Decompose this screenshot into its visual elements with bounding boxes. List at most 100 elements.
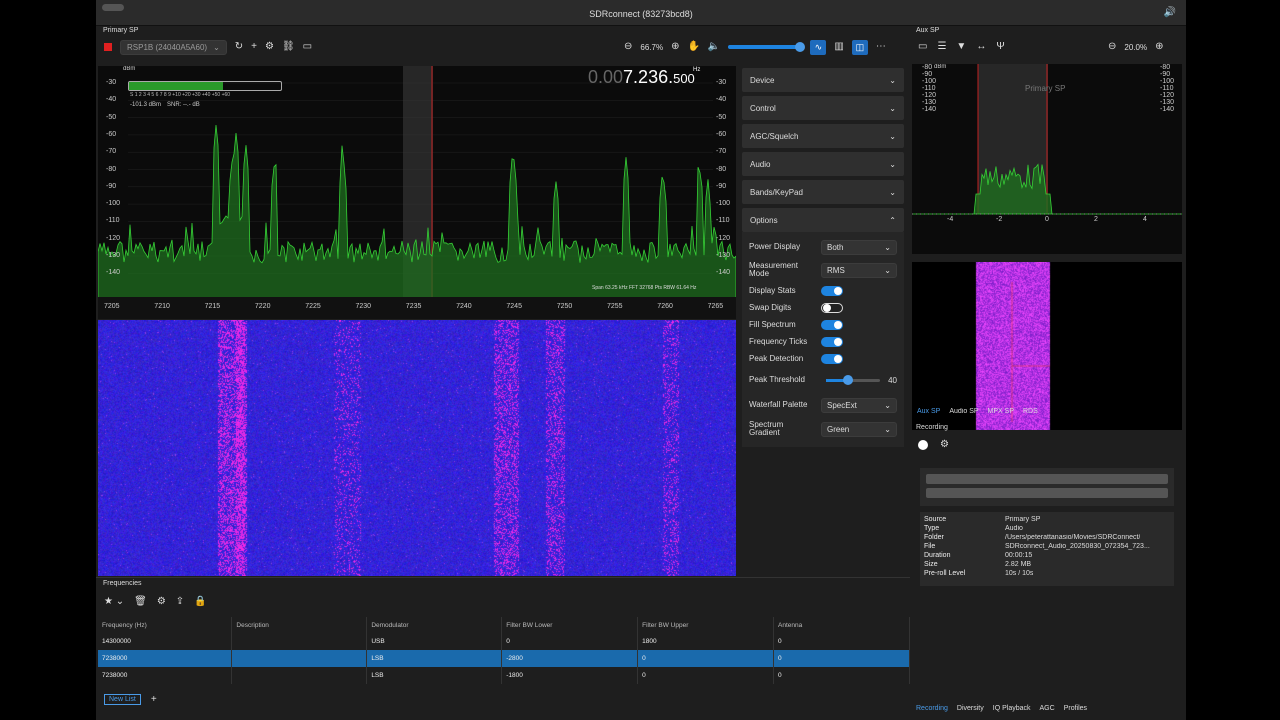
info-key: Type: [924, 525, 940, 532]
y-tick: -120: [1160, 92, 1175, 99]
trash-icon[interactable]: 🗑: [134, 597, 147, 607]
section-device[interactable]: Device ⌄: [742, 68, 904, 92]
chevron-down-icon: ⌄: [889, 187, 896, 197]
table-row-selected[interactable]: 7238000 LSB -2800 0 0: [98, 650, 910, 667]
display-stats-label: Display Stats: [749, 286, 796, 295]
tab-recording[interactable]: Recording: [916, 705, 948, 712]
zoom-out-icon[interactable]: ⊖: [1108, 42, 1116, 52]
tab-agc[interactable]: AGC: [1040, 705, 1055, 712]
chevron-down-icon: ⌄: [884, 265, 891, 275]
x-tick: 7250: [556, 303, 573, 310]
waterfall-palette-select[interactable]: SpecExt ⌄: [821, 397, 897, 413]
zoom-out-icon[interactable]: ⊖: [624, 42, 632, 52]
network-icon[interactable]: ⛓: [282, 42, 295, 52]
antenna-icon[interactable]: Ψ: [996, 42, 1004, 52]
display-stats-toggle[interactable]: [821, 286, 843, 296]
star-icon[interactable]: ★ ⌄: [104, 597, 124, 607]
section-options[interactable]: Options ⌃: [742, 208, 904, 232]
settings-icon[interactable]: ⚙: [940, 440, 949, 450]
table-row[interactable]: 14300000 USB 0 1800 0: [98, 633, 910, 650]
aux-waterfall-canvas: [912, 262, 1182, 430]
section-control-label: Control: [750, 103, 776, 113]
layout-icon[interactable]: ◫: [851, 39, 868, 55]
swap-digits-toggle[interactable]: [821, 303, 843, 313]
volume-slider-thumb[interactable]: [795, 42, 806, 52]
peak-threshold-slider[interactable]: [826, 374, 881, 385]
y-tick: -30: [716, 79, 727, 86]
speaker-icon[interactable]: 🔈: [708, 42, 720, 52]
tab-mpx-sp[interactable]: MPX SP: [988, 408, 1014, 415]
frequency-ticks-toggle[interactable]: [821, 337, 843, 347]
tab-iq-playback[interactable]: IQ Playback: [993, 705, 1031, 712]
settings-icon[interactable]: ⚙: [265, 42, 274, 52]
refresh-icon[interactable]: ↻: [235, 42, 243, 52]
volume-icon[interactable]: 🔊: [1164, 7, 1176, 18]
y-tick: -140: [106, 269, 121, 277]
more-icon[interactable]: ⋯: [876, 42, 886, 52]
aux-spectrum[interactable]: dBm Primary SP -80 -90 -100 -110 -120 -130 -14…: [912, 64, 1182, 254]
frequency-display[interactable]: 0.007.236.500 Hz: [588, 67, 700, 88]
add-list-icon[interactable]: +: [151, 694, 157, 705]
y-tick: -110: [106, 217, 120, 225]
col-demodulator[interactable]: Demodulator: [366, 617, 503, 633]
section-audio[interactable]: Audio ⌄: [742, 152, 904, 176]
cell: [231, 667, 368, 684]
record-stop-icon[interactable]: [104, 43, 112, 51]
section-bands-keypad[interactable]: Bands/KeyPad ⌄: [742, 180, 904, 204]
spectrum-mode-icon[interactable]: ∿: [810, 39, 827, 55]
peak-threshold-thumb[interactable]: [842, 374, 853, 385]
tab-aux-sp[interactable]: Aux SP: [917, 408, 940, 415]
y-tick: -100: [716, 200, 731, 208]
aux-waterfall[interactable]: [912, 262, 1182, 430]
zoom-in-icon[interactable]: ⊕: [671, 42, 679, 52]
col-bw-upper[interactable]: Filter BW Upper: [637, 617, 775, 633]
info-value: 10s / 10s: [1005, 570, 1034, 577]
primary-spectrum[interactable]: -30 -40 -50 -60 -70 -80 -90 -100 -110 -120 -130 -14…: [98, 66, 736, 298]
settings-icon[interactable]: ⚙: [157, 597, 166, 607]
primary-waterfall[interactable]: [98, 320, 736, 576]
display-icon[interactable]: ▭: [303, 42, 312, 52]
y-tick: -70: [716, 148, 727, 156]
sliders-icon[interactable]: ☰: [937, 42, 946, 52]
frequency-axis[interactable]: 7205 7210 7215 7220 7225 7230 7235 7240 7245 7250…: [98, 297, 736, 319]
power-display-select[interactable]: Both ⌄: [821, 239, 897, 255]
tab-rds[interactable]: RDS: [1023, 408, 1038, 415]
pan-hand-icon[interactable]: ✋: [687, 42, 699, 52]
add-icon[interactable]: +: [251, 42, 257, 52]
section-control[interactable]: Control ⌄: [742, 96, 904, 120]
tab-audio-sp[interactable]: Audio SP: [949, 408, 978, 415]
fill-spectrum-toggle[interactable]: [821, 320, 843, 330]
device-select[interactable]: RSP1B (24040A5A60) ⌄: [120, 39, 227, 55]
y-tick: -90: [1160, 71, 1171, 78]
col-frequency[interactable]: Frequency (Hz): [98, 617, 233, 633]
table-row[interactable]: 7238000 LSB -1800 0 0: [98, 667, 910, 684]
y-tick: -50: [716, 113, 727, 121]
bar-chart-icon[interactable]: ▥: [834, 42, 843, 52]
filter-icon[interactable]: ▼: [956, 42, 966, 52]
settings-sidebar: Device ⌄ Control ⌄ AGC/Squelch ⌄ Audio ⌄ Ban…: [742, 68, 904, 447]
peak-detection-toggle[interactable]: [821, 354, 843, 364]
cell: [231, 633, 368, 650]
aux-x-tick: -4: [947, 216, 954, 223]
width-icon[interactable]: ↔: [976, 42, 986, 52]
lock-icon[interactable]: 🔒: [194, 597, 206, 607]
display-icon[interactable]: ▭: [918, 42, 927, 52]
recording-info: Source Primary SP Type Audio Folder/Users/…: [920, 512, 1174, 586]
x-tick: 7205: [104, 303, 120, 310]
col-antenna[interactable]: Antenna: [773, 617, 910, 633]
list-tab-new-list[interactable]: New List: [104, 694, 141, 705]
zoom-in-icon[interactable]: ⊕: [1155, 42, 1163, 52]
measurement-mode-select[interactable]: RMS ⌄: [821, 262, 897, 278]
cell: 0: [501, 633, 639, 650]
section-agc-squelch[interactable]: AGC/Squelch ⌄: [742, 124, 904, 148]
cell: 7238000: [98, 667, 233, 684]
cell: 0: [637, 650, 775, 667]
tab-profiles[interactable]: Profiles: [1064, 705, 1087, 712]
col-bw-lower[interactable]: Filter BW Lower: [501, 617, 639, 633]
col-description[interactable]: Description: [231, 617, 368, 633]
spectrum-gradient-select[interactable]: Green ⌄: [821, 421, 897, 437]
tab-diversity[interactable]: Diversity: [957, 705, 984, 712]
record-icon[interactable]: [918, 440, 928, 450]
export-icon[interactable]: ⇪: [176, 597, 184, 607]
volume-slider[interactable]: [728, 42, 806, 52]
